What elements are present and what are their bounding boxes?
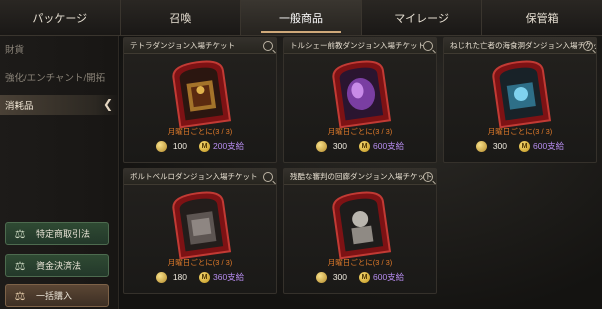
- mileage-icon: M: [199, 271, 210, 283]
- mileage-supply: 600支給: [373, 141, 405, 151]
- price-row: 300 M 600支給: [284, 271, 436, 283]
- sidebar-item-currency[interactable]: 財貨: [0, 39, 119, 59]
- ticket-image: [332, 60, 392, 129]
- product-title: ボルトベルロダンジョン入場チケット: [124, 169, 276, 185]
- price-value: 100: [172, 141, 187, 151]
- price-value: 300: [332, 141, 347, 151]
- tab-summon[interactable]: 召喚: [121, 0, 242, 35]
- ticket-image: [492, 60, 552, 129]
- purchase-limit-text: 月曜日ごとに(3 / 3): [327, 258, 393, 267]
- product-card[interactable]: ボルトベルロダンジョン入場チケット 月曜日ごとに(3 / 3) 180 M 36…: [123, 168, 277, 294]
- ticket-image: [172, 191, 232, 260]
- gold-coin-icon: [315, 271, 327, 283]
- mileage-icon: M: [519, 140, 530, 152]
- price-row: 180 M 360支給: [124, 271, 276, 283]
- price-value: 300: [332, 272, 347, 282]
- ticket-image: [172, 60, 232, 129]
- mileage-icon: M: [359, 271, 370, 283]
- commercial-law-button[interactable]: ⚖ 特定商取引法: [5, 222, 109, 245]
- sidebar-item-enhance[interactable]: 強化/エンチャント/開拓: [0, 67, 119, 87]
- product-grid: テトラダンジョン入場チケット 月曜日ごとに(3 / 3) 100 M 200支給…: [120, 36, 602, 309]
- search-icon[interactable]: [583, 41, 593, 51]
- bulk-purchase-button[interactable]: ⚖ 一括購入: [5, 284, 109, 307]
- tab-package[interactable]: パッケージ: [0, 0, 121, 35]
- top-tab-bar: パッケージ 召喚 一般商品 マイレージ 保管箱: [0, 0, 602, 36]
- product-title: ねじれた亡者の海食洞ダンジョン入場チケット: [444, 38, 596, 54]
- category-sidebar: 財貨 強化/エンチャント/開拓 消耗品 ❮ ⚖ 特定商取引法 ⚖ 資金決済法 ⚖…: [0, 36, 119, 309]
- gold-coin-icon: [155, 140, 167, 152]
- scales-icon: ⚖: [14, 288, 26, 303]
- tab-storage[interactable]: 保管箱: [482, 0, 602, 35]
- payment-law-button[interactable]: ⚖ 資金決済法: [5, 254, 109, 277]
- search-icon[interactable]: [423, 41, 433, 51]
- sidebar-item-label: 強化/エンチャント/開拓: [5, 73, 106, 84]
- tab-mileage[interactable]: マイレージ: [362, 0, 483, 35]
- search-icon[interactable]: [263, 172, 273, 182]
- button-label: 資金決済法: [36, 261, 82, 271]
- price-row: 100 M 200支給: [124, 140, 276, 152]
- product-card[interactable]: 残酷な審判の回廊ダンジョン入場チケット 月曜日ごとに(3 / 3) 300 M …: [283, 168, 437, 294]
- purchase-limit-text: 月曜日ごとに(3 / 3): [167, 258, 233, 267]
- purchase-limit-text: 月曜日ごとに(3 / 3): [327, 127, 393, 136]
- button-label: 一括購入: [36, 291, 73, 301]
- search-icon[interactable]: [423, 172, 433, 182]
- scales-icon: ⚖: [14, 258, 26, 273]
- price-value: 300: [492, 141, 507, 151]
- product-title: 残酷な審判の回廊ダンジョン入場チケット: [284, 169, 436, 185]
- tab-general-goods[interactable]: 一般商品: [241, 0, 362, 35]
- product-card[interactable]: ねじれた亡者の海食洞ダンジョン入場チケット 月曜日ごとに(3 / 3) 300 …: [443, 37, 597, 163]
- mileage-supply: 600支給: [533, 141, 565, 151]
- product-title: トルシェー前教ダンジョン入場チケット: [284, 38, 436, 54]
- price-row: 300 M 600支給: [284, 140, 436, 152]
- product-card[interactable]: トルシェー前教ダンジョン入場チケット 月曜日ごとに(3 / 3) 300 M 6…: [283, 37, 437, 163]
- sidebar-item-consumables[interactable]: 消耗品 ❮: [0, 95, 119, 115]
- search-icon[interactable]: [263, 41, 273, 51]
- gold-coin-icon: [475, 140, 487, 152]
- chevron-left-icon: ❮: [102, 97, 113, 111]
- mileage-icon: M: [359, 140, 370, 152]
- sidebar-item-label: 財貨: [5, 45, 25, 56]
- mileage-supply: 600支給: [373, 272, 405, 282]
- sidebar-item-label: 消耗品: [5, 101, 34, 112]
- button-label: 特定商取引法: [36, 229, 91, 239]
- purchase-limit-text: 月曜日ごとに(3 / 3): [167, 127, 233, 136]
- gold-coin-icon: [315, 140, 327, 152]
- mileage-supply: 360支給: [213, 272, 245, 282]
- purchase-limit-text: 月曜日ごとに(3 / 3): [487, 127, 553, 136]
- mileage-supply: 200支給: [213, 141, 245, 151]
- ticket-image: [332, 191, 392, 260]
- product-title: テトラダンジョン入場チケット: [124, 38, 276, 54]
- mileage-icon: M: [199, 140, 210, 152]
- price-value: 180: [172, 272, 187, 282]
- product-card[interactable]: テトラダンジョン入場チケット 月曜日ごとに(3 / 3) 100 M 200支給: [123, 37, 277, 163]
- scales-icon: ⚖: [14, 226, 26, 241]
- gold-coin-icon: [155, 271, 167, 283]
- price-row: 300 M 600支給: [444, 140, 596, 152]
